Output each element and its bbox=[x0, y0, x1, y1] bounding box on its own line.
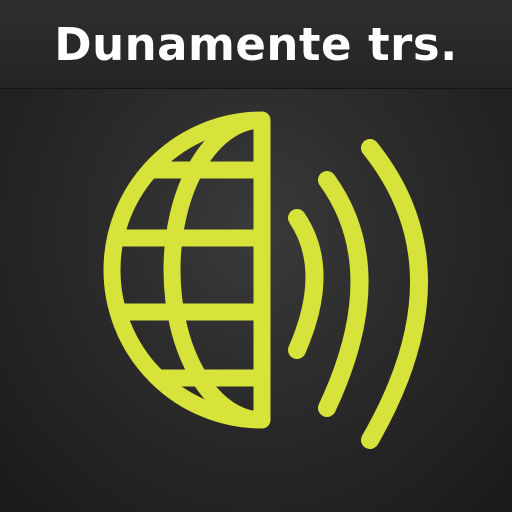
wave-small bbox=[288, 209, 324, 359]
app-icon[interactable]: Dunamente trs. bbox=[0, 0, 512, 512]
wave-large bbox=[361, 139, 428, 449]
sound-waves-icon bbox=[288, 139, 428, 449]
globe-broadcast-icon bbox=[103, 111, 428, 449]
wave-medium bbox=[318, 171, 369, 417]
